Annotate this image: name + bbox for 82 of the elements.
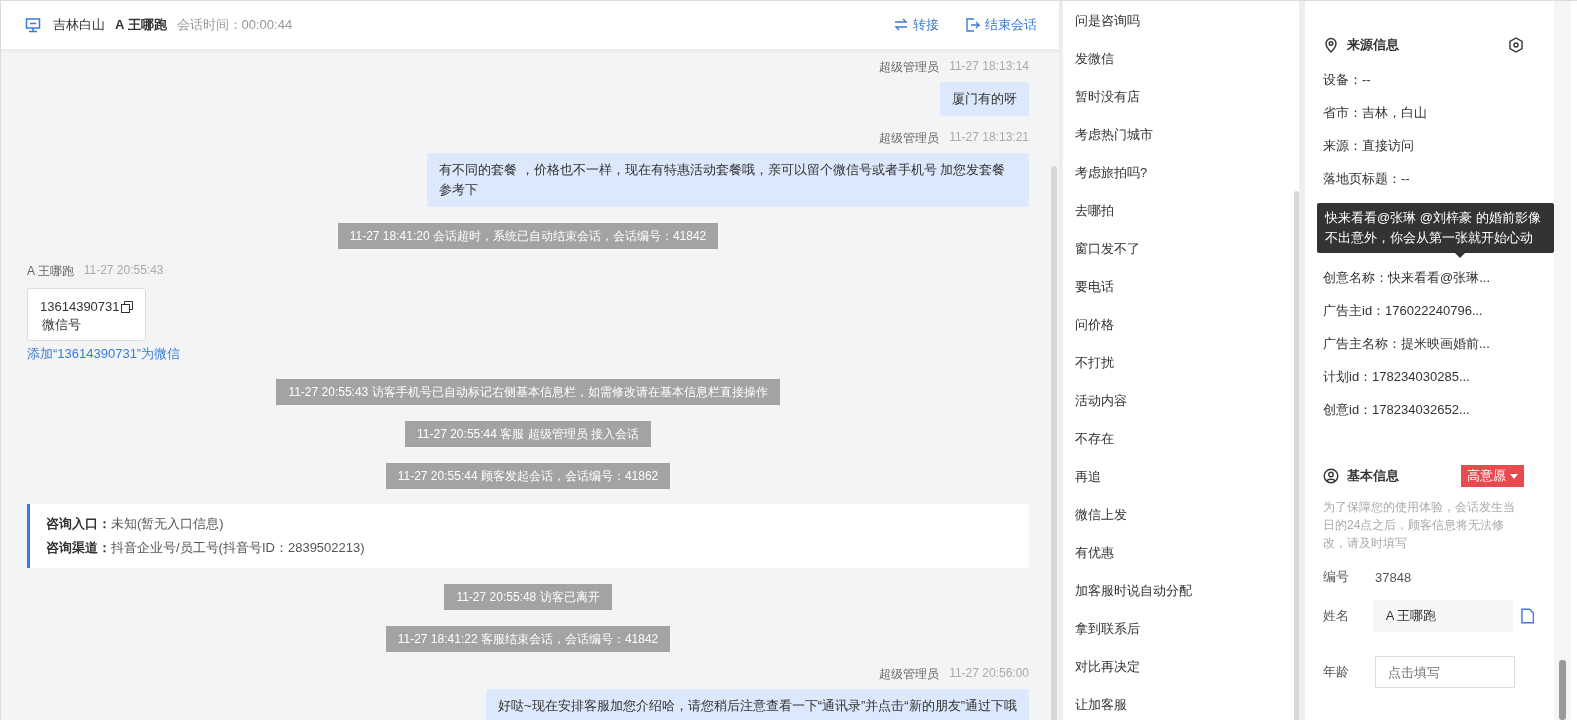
source-field: 来源：直接访问 [1323, 129, 1554, 162]
location-pin-icon [1323, 37, 1339, 53]
end-session-button[interactable]: 结束会话 [965, 16, 1037, 34]
settings-button[interactable] [1508, 37, 1524, 53]
session-time: 会话时间：00:00:44 [176, 16, 293, 34]
swap-arrows-icon [893, 17, 909, 33]
age-field[interactable]: 点击填写 [1375, 656, 1515, 688]
info-value: 抖音企业号/员工号(抖音号ID：2839502213) [111, 540, 365, 555]
message-time: 11-27 18:13:14 [949, 59, 1029, 75]
sender-name: 超级管理员 [879, 130, 940, 147]
scrollbar[interactable] [1051, 166, 1057, 720]
source-field: 广告主名称：提米映画婚前... [1323, 327, 1554, 360]
system-notice: 11-27 20:55:44 客服 超级管理员 接入会话 [405, 421, 651, 447]
system-notice: 11-27 18:41:22 客服结束会话，会话编号：41842 [385, 626, 671, 652]
quick-reply-item[interactable]: 加客服时说自动分配 [1075, 572, 1275, 610]
info-label: 咨询入口： [46, 516, 111, 531]
quick-reply-item[interactable]: 拿到联系后 [1075, 610, 1275, 648]
tooltip-line: 不出意外，你会从第一张就开始心动 [1325, 229, 1534, 247]
quick-reply-item[interactable]: 去哪拍 [1075, 192, 1275, 230]
scrollbar[interactable] [1294, 191, 1299, 720]
source-field: 省市：吉林，白山 [1323, 96, 1554, 129]
name-field[interactable]: A 王哪跑 [1372, 600, 1513, 632]
quick-reply-item[interactable]: 问是咨询吗 [1075, 2, 1275, 40]
message-bubble: 有不同的套餐 ，价格也不一样，现在有特惠活动套餐哦，亲可以留个微信号或者手机号 加您发套餐参考下 [427, 153, 1029, 207]
quick-reply-item[interactable]: 再追 [1075, 458, 1275, 496]
message-time: 11-27 20:55:43 [83, 263, 164, 279]
field-value: 37848 [1375, 569, 1412, 585]
source-field: 创意名称：快来看看@张琳... [1323, 261, 1554, 294]
section-title: 基本信息 [1347, 467, 1399, 485]
exit-icon [965, 17, 981, 33]
quick-reply-item[interactable]: 活动内容 [1075, 382, 1275, 420]
quick-reply-item[interactable]: 让加客服 [1075, 686, 1275, 720]
system-notice: 11-27 20:55:48 访客已离开 [444, 584, 612, 610]
quick-reply-item[interactable]: 窗口发不了 [1075, 230, 1275, 268]
quick-reply-item[interactable]: 对比再决定 [1075, 648, 1275, 686]
quick-reply-item[interactable]: 问价格 [1075, 306, 1275, 344]
hint-text: 为了保障您的使用体验，会话发生当日的24点之后，顾客信息将无法修改，请及时填写 [1323, 499, 1516, 552]
field-label: 姓名 [1323, 607, 1350, 625]
settings-icon [1508, 37, 1524, 53]
scrollbar[interactable] [1559, 660, 1566, 720]
add-wechat-link[interactable]: 添加“13614390731”为微信 [27, 345, 1029, 363]
quick-reply-item[interactable]: 有优惠 [1075, 534, 1275, 572]
system-notice: 11-27 20:55:44 顾客发起会话，会话编号：41862 [385, 463, 671, 489]
quick-reply-item[interactable]: 要电话 [1075, 268, 1275, 306]
copy-icon [120, 301, 133, 313]
user-icon [1323, 468, 1339, 484]
message-bubble: 厦门有的呀 [940, 82, 1029, 116]
source-field: 设备：-- [1323, 63, 1554, 96]
field-label: 年龄 [1323, 663, 1350, 681]
quick-reply-item[interactable]: 暂时没有店 [1075, 78, 1275, 116]
source-field: 创意id：178234032652... [1323, 393, 1554, 426]
source-field: 广告主id：176022240796... [1323, 294, 1554, 327]
quick-reply-item[interactable]: 考虑热门城市 [1075, 116, 1275, 154]
system-notice: 11-27 18:41:20 会话超时，系统已自动结束会话，会话编号：41842 [337, 223, 719, 249]
monitor-icon [25, 17, 41, 33]
tooltip-line: 快来看看@张琳 @刘梓豪 的婚前影像 [1325, 209, 1542, 227]
info-label: 咨询渠道： [46, 540, 111, 555]
quick-reply-item[interactable]: 微信上发 [1075, 496, 1275, 534]
quick-reply-item[interactable]: 不打扰 [1075, 344, 1275, 382]
message-bubble: 好哒~现在安排客服加您介绍哈，请您稍后注意查看一下“通讯录”并点击“新的朋友”通过下哦 [486, 689, 1029, 720]
phone-number: 13614390731 [40, 298, 120, 316]
message-time: 11-27 18:13:21 [949, 130, 1029, 146]
card-caption: 微信号 [41, 316, 82, 334]
document-icon [1520, 608, 1534, 624]
quick-reply-item[interactable]: 考虑旅拍吗? [1075, 154, 1275, 192]
field-label: 编号 [1323, 568, 1350, 586]
intent-dropdown[interactable]: 高意愿 [1461, 465, 1524, 487]
info-value: 未知(暂无入口信息) [111, 516, 224, 531]
system-notice: 11-27 20:55:43 访客手机号已自动标记右侧基本信息栏，如需修改请在基本信息栏直接操作 [276, 379, 780, 405]
location-text: 吉林白山 [53, 16, 105, 34]
message-time: 11-27 20:56:00 [949, 666, 1029, 682]
sender-name: 超级管理员 [879, 59, 940, 76]
caret-icon [1510, 473, 1518, 479]
quick-reply-item[interactable]: 发微信 [1075, 40, 1275, 78]
source-field: 落地页标题：-- [1323, 162, 1554, 195]
quick-reply-item[interactable]: 不存在 [1075, 420, 1275, 458]
visitor-name: A 王哪跑 [115, 16, 167, 34]
transfer-button[interactable]: 转接 [893, 16, 939, 34]
sender-name: 超级管理员 [879, 666, 940, 683]
section-title: 来源信息 [1347, 36, 1399, 54]
source-field: 计划id：178234030285... [1323, 360, 1554, 393]
sender-name: A 王哪跑 [27, 263, 74, 280]
